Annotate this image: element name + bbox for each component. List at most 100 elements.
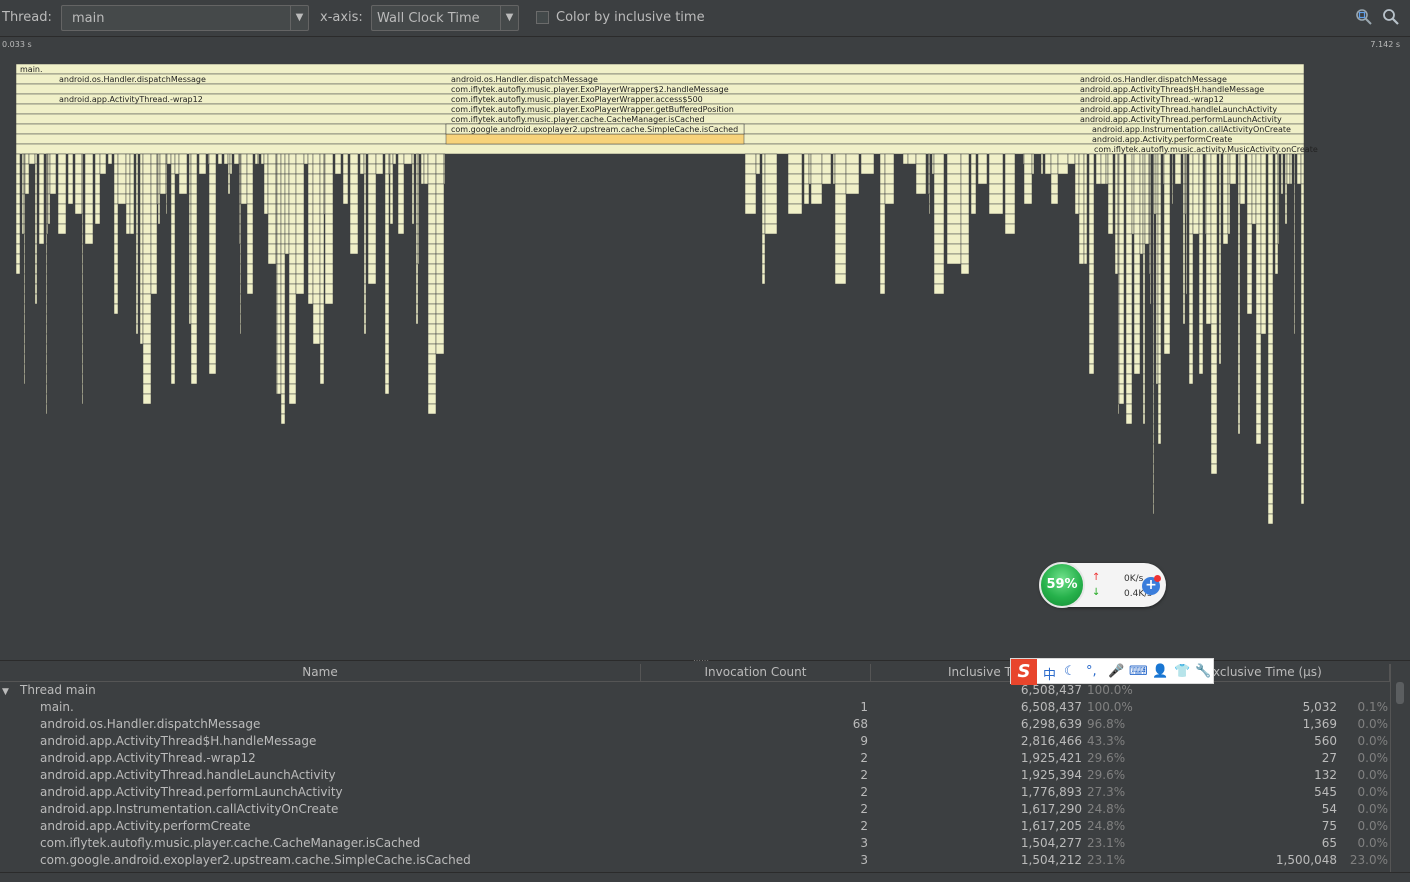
flame-frame[interactable] bbox=[1274, 203, 1279, 215]
flame-frame[interactable] bbox=[1125, 353, 1133, 365]
flame-frame[interactable] bbox=[150, 173, 158, 185]
flame-frame[interactable] bbox=[1239, 183, 1246, 195]
flame-frame[interactable] bbox=[988, 163, 1004, 175]
flame-frame[interactable] bbox=[1107, 183, 1114, 195]
flame-frame[interactable] bbox=[1300, 263, 1305, 275]
flame-frame[interactable] bbox=[319, 163, 325, 175]
flame-frame[interactable] bbox=[267, 253, 277, 265]
flame-frame[interactable] bbox=[1157, 213, 1162, 225]
flame-frame[interactable] bbox=[427, 253, 437, 265]
flame-frame[interactable] bbox=[1074, 153, 1080, 165]
flame-frame[interactable] bbox=[188, 183, 192, 195]
flame-frame[interactable] bbox=[276, 383, 282, 395]
flame-frame[interactable] bbox=[113, 243, 119, 255]
flame-frame[interactable] bbox=[1125, 343, 1133, 355]
flame-frame[interactable] bbox=[1155, 233, 1159, 245]
flame-frame[interactable] bbox=[190, 223, 198, 235]
flame-frame[interactable] bbox=[363, 183, 367, 195]
flame-frame[interactable] bbox=[129, 223, 135, 235]
flame-frame[interactable] bbox=[113, 183, 119, 195]
flame-frame[interactable] bbox=[295, 203, 305, 215]
flame-frame[interactable] bbox=[1074, 173, 1080, 185]
flame-frame[interactable] bbox=[1171, 193, 1174, 205]
flame-frame[interactable] bbox=[165, 183, 168, 195]
flame-frame[interactable] bbox=[384, 233, 390, 245]
flame-frame[interactable] bbox=[94, 173, 101, 185]
flame-frame[interactable] bbox=[761, 183, 766, 195]
flame-frame[interactable] bbox=[359, 163, 365, 175]
flame-frame[interactable] bbox=[1118, 353, 1125, 365]
flame-frame[interactable] bbox=[933, 223, 945, 235]
flame-frame[interactable] bbox=[397, 203, 405, 215]
flame-frame[interactable] bbox=[1293, 233, 1296, 245]
flame-frame[interactable] bbox=[142, 363, 152, 375]
flame-frame[interactable] bbox=[435, 313, 445, 325]
flame-frame[interactable] bbox=[157, 173, 161, 185]
flame-frame[interactable] bbox=[47, 193, 51, 205]
flame-frame[interactable] bbox=[170, 373, 176, 385]
flame-frame[interactable] bbox=[142, 253, 152, 265]
flame-frame[interactable] bbox=[190, 293, 198, 305]
flame-frame[interactable] bbox=[190, 233, 198, 245]
flame-frame[interactable] bbox=[319, 243, 325, 255]
flame-frame[interactable] bbox=[1174, 153, 1182, 165]
flame-frame[interactable] bbox=[284, 193, 290, 205]
flame-frame[interactable] bbox=[319, 213, 325, 225]
flame-frame[interactable] bbox=[761, 273, 766, 285]
flame-frame[interactable] bbox=[1118, 333, 1125, 345]
flame-frame[interactable] bbox=[384, 263, 390, 275]
flame-frame[interactable] bbox=[1251, 193, 1257, 205]
flame-frame[interactable] bbox=[1188, 293, 1194, 305]
flame-frame[interactable] bbox=[1237, 353, 1241, 365]
flame-frame[interactable] bbox=[1239, 193, 1246, 205]
flame-frame[interactable] bbox=[977, 173, 988, 185]
flame-frame[interactable] bbox=[1274, 193, 1279, 205]
flame-frame[interactable] bbox=[263, 193, 269, 205]
flame-frame[interactable] bbox=[1255, 263, 1262, 275]
flame-frame[interactable] bbox=[389, 193, 394, 205]
flame-frame[interactable] bbox=[1133, 333, 1141, 345]
flame-frame[interactable] bbox=[1237, 223, 1241, 235]
flame-frame[interactable] bbox=[933, 233, 945, 245]
flame-frame[interactable] bbox=[787, 183, 803, 195]
flame-frame[interactable] bbox=[276, 293, 282, 305]
flame-frame[interactable] bbox=[1078, 243, 1085, 255]
flame-frame[interactable] bbox=[435, 303, 445, 315]
flame-frame[interactable] bbox=[113, 233, 119, 245]
flame-frame[interactable] bbox=[787, 173, 803, 185]
flame-frame[interactable] bbox=[1255, 343, 1262, 355]
flame-frame[interactable] bbox=[190, 283, 198, 295]
flame-frame[interactable] bbox=[1107, 203, 1114, 215]
flame-frame[interactable] bbox=[1274, 183, 1279, 195]
flame-frame[interactable] bbox=[1152, 213, 1155, 225]
flame-frame[interactable] bbox=[1210, 383, 1218, 395]
flame-frame[interactable] bbox=[435, 283, 445, 295]
flame-frame[interactable] bbox=[1267, 353, 1274, 365]
flame-frame[interactable] bbox=[417, 183, 420, 195]
flame-frame[interactable] bbox=[312, 163, 321, 175]
flame-frame[interactable] bbox=[1300, 443, 1305, 455]
flame-frame[interactable] bbox=[1239, 153, 1246, 165]
flame-frame[interactable] bbox=[1255, 233, 1262, 245]
flame-frame[interactable] bbox=[787, 203, 803, 215]
flame-frame[interactable] bbox=[21, 183, 25, 195]
flame-frame[interactable] bbox=[1142, 323, 1146, 335]
flame-frame[interactable] bbox=[1152, 383, 1155, 395]
flame-frame[interactable] bbox=[1246, 253, 1253, 265]
flame-frame[interactable] bbox=[435, 153, 445, 165]
flame-frame[interactable] bbox=[1157, 413, 1162, 425]
flame-frame[interactable] bbox=[319, 313, 325, 325]
flame-frame[interactable] bbox=[113, 193, 119, 205]
flame-frame[interactable] bbox=[1260, 293, 1267, 305]
flame-frame[interactable] bbox=[1142, 373, 1146, 385]
flame-frame[interactable] bbox=[411, 153, 415, 165]
flame-frame[interactable] bbox=[1300, 493, 1305, 505]
flame-frame[interactable] bbox=[1255, 433, 1262, 445]
flame-frame[interactable] bbox=[1284, 213, 1288, 225]
flame-frame[interactable] bbox=[349, 163, 359, 175]
flame-frame[interactable] bbox=[435, 193, 445, 205]
flame-frame[interactable] bbox=[1218, 193, 1222, 205]
flame-frame[interactable] bbox=[427, 283, 437, 295]
flame-frame[interactable] bbox=[375, 153, 384, 165]
flame-frame[interactable] bbox=[139, 293, 144, 305]
